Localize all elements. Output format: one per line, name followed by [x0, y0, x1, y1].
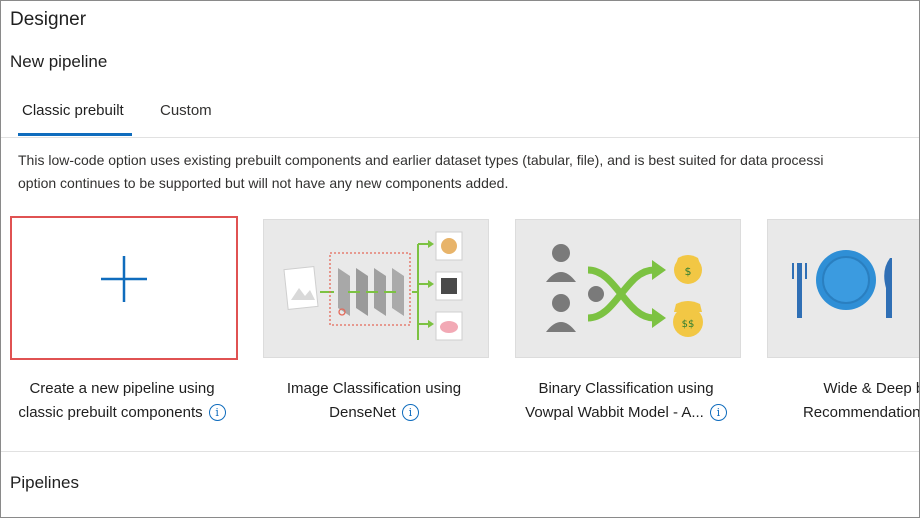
- description-text: This low-code option uses existing prebu…: [18, 149, 919, 194]
- info-icon[interactable]: i: [401, 404, 419, 421]
- recommendation-card[interactable]: [767, 219, 919, 358]
- active-tab-indicator: [18, 133, 132, 136]
- tab-bar: Classic prebuilt Custom: [1, 97, 919, 138]
- caption-line-1: Wide & Deep ba: [823, 380, 919, 397]
- caption-line-2: Recommendation - Re: [802, 404, 920, 421]
- recommendation-caption: Wide & Deep ba Recommendation - Re: [752, 377, 920, 425]
- section-title-new-pipeline: New pipeline: [10, 52, 108, 71]
- section-title-pipelines: Pipelines: [10, 473, 79, 492]
- section-divider: [1, 451, 919, 452]
- caption-line-2: Vowpal Wabbit Model - A... i: [500, 401, 752, 425]
- info-icon[interactable]: i: [208, 404, 226, 421]
- caption-line-2: DenseNet i: [248, 401, 500, 425]
- binary-classification-caption: Binary Classification using Vowpal Wabbi…: [500, 377, 752, 425]
- caption-line-1: Create a new pipeline using: [29, 380, 215, 397]
- caption-line-1: Image Classification using: [286, 380, 462, 397]
- page-title: Designer: [10, 9, 87, 30]
- image-classification-illustration: [283, 231, 463, 341]
- recommendation-illustration: [792, 250, 892, 318]
- image-classification-caption: Image Classification using DenseNet i: [248, 377, 500, 425]
- designer-panel: Designer New pipeline Classic prebuilt C…: [0, 0, 920, 518]
- caption-line-1: Binary Classification using: [538, 380, 714, 397]
- image-classification-card[interactable]: [263, 219, 489, 358]
- description-line-2: option continues to be supported but wil…: [18, 174, 509, 191]
- caption-line-2: classic prebuilt components i: [1, 401, 248, 425]
- binary-classification-card[interactable]: $ $$: [515, 219, 741, 358]
- tab-classic-prebuilt[interactable]: Classic prebuilt: [22, 102, 124, 119]
- binary-classification-illustration: $ $$: [546, 244, 703, 337]
- svg-text:$: $: [685, 265, 692, 278]
- info-icon[interactable]: i: [709, 404, 727, 421]
- create-pipeline-caption: Create a new pipeline using classic preb…: [1, 377, 248, 425]
- description-line-1: This low-code option uses existing prebu…: [18, 152, 824, 168]
- plus-icon: [101, 256, 147, 302]
- create-pipeline-card[interactable]: [10, 216, 238, 360]
- svg-text:$$: $$: [682, 319, 695, 330]
- tab-custom[interactable]: Custom: [160, 102, 212, 119]
